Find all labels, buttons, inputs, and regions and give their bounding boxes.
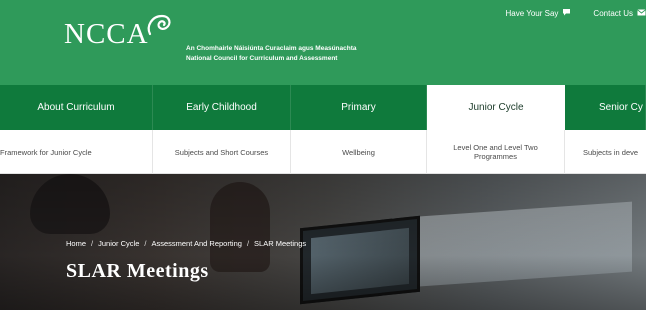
logo-text: NCCA bbox=[64, 18, 149, 50]
subnav-subjects-and-short-courses[interactable]: Subjects and Short Courses bbox=[153, 130, 291, 174]
have-your-say-label: Have Your Say bbox=[505, 8, 559, 18]
org-name-irish: An Chomhairle Náisiúnta Curaclaim agus M… bbox=[186, 45, 357, 52]
subnav-wellbeing[interactable]: Wellbeing bbox=[291, 130, 427, 174]
logo-subtitle: An Chomhairle Náisiúnta Curaclaim agus M… bbox=[186, 44, 357, 64]
org-name-english: National Council for Curriculum and Asse… bbox=[186, 55, 338, 62]
subnav-framework-for-junior-cycle[interactable]: Framework for Junior Cycle bbox=[0, 130, 153, 174]
contact-us-label: Contact Us bbox=[593, 8, 633, 18]
contact-us-link[interactable]: Contact Us bbox=[593, 8, 646, 18]
nav-senior-cycle[interactable]: Senior Cy bbox=[565, 85, 646, 130]
nav-junior-cycle[interactable]: Junior Cycle bbox=[427, 85, 565, 130]
site-header: NCCA An Chomhairle Náisiúnta Curaclaim a… bbox=[0, 0, 646, 85]
have-your-say-link[interactable]: Have Your Say bbox=[505, 8, 571, 18]
subnav-subjects-in-development[interactable]: Subjects in deve bbox=[565, 130, 646, 174]
speech-bubble-icon bbox=[562, 8, 571, 18]
ncca-logo[interactable]: NCCA An Chomhairle Náisiúnta Curaclaim a… bbox=[64, 14, 357, 62]
breadcrumb-assessment-and-reporting[interactable]: Assessment And Reporting bbox=[151, 239, 241, 248]
subnav-level-one-and-level-two-programmes[interactable]: Level One and Level Two Programmes bbox=[427, 130, 565, 174]
breadcrumb-current: SLAR Meetings bbox=[254, 239, 307, 248]
hero-banner: Home / Junior Cycle / Assessment And Rep… bbox=[0, 174, 646, 310]
nav-primary[interactable]: Primary bbox=[291, 85, 427, 130]
breadcrumb-separator: / bbox=[144, 239, 147, 248]
nav-about-curriculum[interactable]: About Curriculum bbox=[0, 85, 153, 130]
top-links: Have Your Say Contact Us bbox=[505, 8, 646, 18]
main-navigation: About Curriculum Early Childhood Primary… bbox=[0, 85, 646, 130]
breadcrumb: Home / Junior Cycle / Assessment And Rep… bbox=[66, 239, 306, 248]
sub-navigation: Framework for Junior Cycle Subjects and … bbox=[0, 130, 646, 174]
breadcrumb-separator: / bbox=[246, 239, 250, 248]
breadcrumb-junior-cycle[interactable]: Junior Cycle bbox=[98, 239, 139, 248]
breadcrumb-home[interactable]: Home bbox=[66, 239, 86, 248]
breadcrumb-separator: / bbox=[91, 239, 94, 248]
nav-early-childhood[interactable]: Early Childhood bbox=[153, 85, 291, 130]
envelope-icon bbox=[637, 8, 646, 18]
logo-swirl-icon bbox=[147, 14, 171, 36]
page-title: SLAR Meetings bbox=[66, 260, 209, 282]
